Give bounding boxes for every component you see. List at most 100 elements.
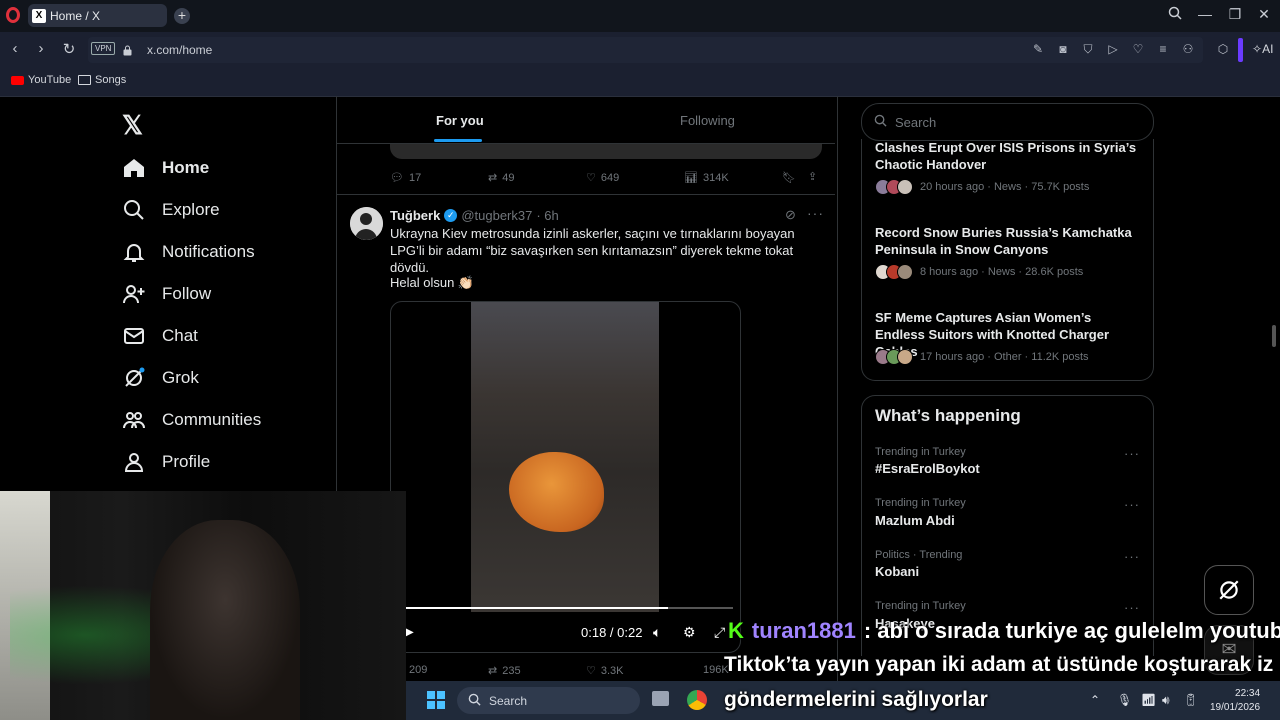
- fullscreen-icon[interactable]: ⤢: [714, 624, 725, 641]
- sidebar-item-label: Follow: [162, 284, 212, 303]
- tab-following[interactable]: Following: [680, 113, 735, 128]
- shield-icon[interactable]: ⛉: [1080, 42, 1096, 57]
- taskbar-clock[interactable]: 22:34 19/01/2026: [1210, 687, 1260, 715]
- tweet-video[interactable]: ▶ 0:18 / 0:22 🔈︎ ⚙ ⤢: [390, 301, 741, 653]
- settings-icon[interactable]: ⚙: [683, 624, 696, 641]
- more-options-icon[interactable]: ···: [807, 205, 824, 221]
- forward-icon[interactable]: ›: [31, 40, 51, 57]
- bell-icon: [122, 240, 146, 264]
- divider: [337, 194, 835, 195]
- sidebar-item-grok[interactable]: Grok: [122, 358, 199, 398]
- taskbar-search[interactable]: Search: [457, 687, 640, 714]
- search-tabs-icon[interactable]: [1165, 6, 1185, 23]
- like-button[interactable]: ♡ 3.3K: [586, 664, 624, 678]
- trend-more-icon[interactable]: ···: [1124, 600, 1140, 615]
- avatar-stack: [875, 264, 913, 280]
- sidebar-item-communities[interactable]: Communities: [122, 400, 261, 440]
- camera-icon[interactable]: ◙: [1055, 42, 1071, 56]
- repost-button[interactable]: ⇄ 49: [488, 171, 515, 185]
- tray-expand-icon[interactable]: ⌃: [1090, 693, 1100, 707]
- like-button[interactable]: ♡ 649: [586, 171, 619, 185]
- lock-icon[interactable]: [123, 43, 132, 56]
- reply-button[interactable]: 💬︎ 17: [390, 171, 421, 185]
- x-logo-icon[interactable]: 𝕏: [122, 110, 143, 141]
- whats-happening-title: What’s happening: [875, 406, 1021, 425]
- grok-icon: [122, 366, 146, 390]
- sidebar-item-follow[interactable]: Follow: [122, 274, 211, 314]
- edit-icon[interactable]: ✎: [1030, 42, 1046, 56]
- author-name[interactable]: Tuğberk: [390, 208, 440, 223]
- player-icon[interactable]: ▷: [1105, 42, 1121, 56]
- news-headline[interactable]: Clashes Erupt Over ISIS Prisons in Syria…: [875, 139, 1140, 173]
- bookmark-youtube[interactable]: YouTube: [11, 74, 71, 86]
- grok-explain-icon[interactable]: ⊘: [785, 207, 796, 223]
- share-icon[interactable]: ⇪: [808, 170, 817, 183]
- trend-name[interactable]: Kobani: [875, 564, 919, 579]
- wifi-icon[interactable]: 📶︎: [1141, 693, 1156, 707]
- views-button[interactable]: 📊︎ 314K: [684, 171, 729, 185]
- sidebar-item-label: Home: [162, 158, 210, 177]
- tweet-text: Ukrayna Kiev metrosunda izinli askerler,…: [390, 226, 795, 275]
- aria-ai-button[interactable]: ✧AI: [1252, 42, 1273, 56]
- views-icon: 📊︎: [684, 172, 698, 184]
- browser-tab-home[interactable]: X Home / X: [28, 4, 167, 27]
- previous-tweet-video[interactable]: [390, 143, 822, 159]
- tweet-text-2: Helal olsun 👏🏻: [390, 275, 475, 290]
- ai-label: AI: [1262, 42, 1274, 56]
- battery-icon[interactable]: 🔋︎: [1183, 693, 1198, 707]
- vpn-badge[interactable]: VPN: [91, 42, 116, 55]
- bookmark-songs[interactable]: Songs: [78, 74, 126, 86]
- chrome-icon[interactable]: [687, 690, 707, 710]
- bookmarks-bar: [0, 68, 1280, 97]
- trend-more-icon[interactable]: ···: [1124, 549, 1140, 564]
- sidebar-item-chat[interactable]: Chat: [122, 316, 198, 356]
- verified-badge-icon: ✓: [444, 209, 458, 222]
- tweet-time[interactable]: · 6h: [536, 208, 558, 223]
- sidebar-item-notifications[interactable]: Notifications: [122, 232, 255, 272]
- repost-count: 235: [502, 664, 521, 677]
- task-view-icon[interactable]: [652, 691, 669, 706]
- url-text[interactable]: x.com/home: [147, 43, 212, 57]
- search-placeholder: Search: [895, 114, 937, 130]
- repost-count: 49: [502, 171, 515, 184]
- grok-fab-button[interactable]: [1204, 565, 1254, 615]
- news-meta-text: 8 hours ago · News · 28.6K posts: [920, 266, 1084, 278]
- heart-icon[interactable]: ♡: [1130, 42, 1146, 56]
- extensions-icon[interactable]: ⬡: [1215, 42, 1231, 56]
- news-headline[interactable]: Record Snow Buries Russia’s Kamchatka Pe…: [875, 224, 1140, 258]
- windows-start-icon[interactable]: [427, 691, 445, 709]
- close-window-icon[interactable]: ✕: [1254, 6, 1274, 23]
- menu-icon[interactable]: ≡: [1155, 42, 1171, 56]
- volume-icon[interactable]: 🔈︎: [653, 624, 661, 641]
- repost-button[interactable]: ⇄ 235: [488, 664, 521, 678]
- trend-more-icon[interactable]: ···: [1124, 446, 1140, 461]
- bookmark-label: Songs: [95, 74, 127, 86]
- opera-logo-icon[interactable]: [6, 7, 20, 23]
- folder-icon: [78, 75, 91, 85]
- sidebar-item-profile[interactable]: Profile: [122, 442, 210, 482]
- video-subject: [509, 452, 604, 532]
- avatar[interactable]: [350, 207, 383, 240]
- scrollbar-thumb[interactable]: [1272, 325, 1276, 347]
- author-handle[interactable]: @tugberk37: [461, 208, 532, 223]
- sidebar-item-explore[interactable]: Explore: [122, 190, 220, 230]
- reload-icon[interactable]: ↻: [59, 40, 79, 58]
- account-icon[interactable]: ⚇: [1180, 42, 1196, 56]
- trend-name[interactable]: Mazlum Abdi: [875, 513, 955, 528]
- microphone-icon[interactable]: 🎙︎: [1117, 693, 1132, 707]
- avatar-stack: [875, 349, 913, 365]
- new-tab-button[interactable]: +: [174, 8, 190, 24]
- x-favicon-icon: X: [32, 8, 46, 23]
- bookmark-icon[interactable]: 🔖︎: [782, 171, 796, 184]
- back-icon[interactable]: ‹: [5, 40, 25, 57]
- restore-icon[interactable]: ❐: [1225, 6, 1245, 23]
- trend-name[interactable]: #EsraErolBoykot: [875, 461, 980, 476]
- tab-for-you[interactable]: For you: [436, 113, 484, 128]
- sidebar-item-home[interactable]: Home: [122, 148, 209, 188]
- trend-more-icon[interactable]: ···: [1124, 497, 1140, 512]
- search-input[interactable]: Search: [861, 103, 1154, 141]
- minimize-icon[interactable]: —: [1195, 6, 1215, 22]
- home-icon: [122, 156, 146, 180]
- volume-icon[interactable]: 🔊︎: [1162, 693, 1170, 708]
- reply-button[interactable]: 209: [409, 664, 427, 676]
